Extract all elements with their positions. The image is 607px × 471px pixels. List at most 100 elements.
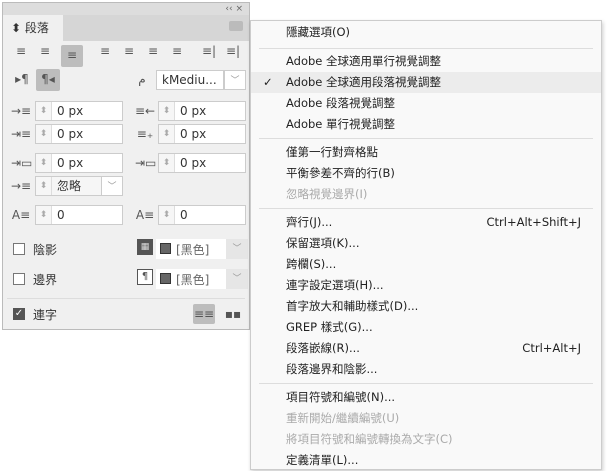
drop-cap-lines-input[interactable]: ⬍ 0 — [35, 205, 123, 225]
menu-item-label: 重新開始/繼續編號(U) — [286, 411, 400, 425]
align-center-icon[interactable]: ≡ — [35, 41, 55, 61]
panel-top-controls[interactable]: ‹‹ × — [3, 3, 249, 15]
menu-item[interactable]: Adobe 單行視覺調整 — [251, 114, 601, 135]
space-before-icon: ⇥▭ — [11, 156, 33, 170]
menu-item[interactable]: 項目符號和編號(N)... — [251, 387, 601, 408]
first-line-indent-icon: ⇥≡ — [11, 127, 32, 141]
menu-item-label: Adobe 段落視覺調整 — [286, 96, 396, 110]
justify-all-icon[interactable]: ≡ — [167, 41, 187, 61]
menu-item[interactable]: 平衡參差不齊的行(B) — [251, 163, 601, 184]
align-away-spine-icon[interactable]: ≡| — [223, 41, 243, 61]
menu-item: 將項目符號和編號轉換為文字(C) — [251, 429, 601, 450]
menu-item[interactable]: 段落嵌線(R)... Ctrl+Alt+J — [251, 338, 601, 359]
shading-label: 陰影 — [33, 243, 58, 257]
paragraph-panel: ‹‹ × ⬍ 段落 ≡ ≡ ≡ ≡ ≡ ≡ ≡ ≡| ≡| ▸¶ ¶◂ ﻡ kM… — [2, 2, 250, 330]
hyphenate-checkbox[interactable]: ✓ — [13, 308, 25, 320]
left-indent-input[interactable]: ⬍ 0 px — [35, 101, 123, 121]
menu-item-label: 忽略視覺邊界(I) — [286, 187, 368, 201]
align-left-icon[interactable]: ≡ — [11, 41, 31, 61]
right-indent-icon: ≡← — [135, 104, 156, 118]
right-indent-input[interactable]: ⬍ 0 px — [158, 101, 246, 121]
first-line-indent-input[interactable]: ⬍ 0 px — [35, 124, 123, 144]
justify-right-icon[interactable]: ≡ — [143, 41, 163, 61]
shading-color-swatch — [160, 243, 171, 254]
menu-item-label: Adobe 全球適用段落視覺調整 — [286, 75, 442, 89]
span-columns-icon[interactable]: ▪▪ — [223, 304, 243, 324]
justify-left-icon[interactable]: ≡ — [95, 41, 115, 61]
space-after-icon: ⇥▭ — [135, 156, 157, 170]
menu-item[interactable]: GREP 樣式(G)... — [251, 317, 601, 338]
composer-dropdown-chevron-icon[interactable]: ﹀ — [224, 70, 246, 90]
drop-cap-chars-icon: A≡ — [135, 208, 155, 222]
space-before-input[interactable]: ⬍ 0 px — [35, 153, 123, 173]
panel-tab-row: ⬍ 段落 — [3, 15, 249, 41]
menu-separator — [259, 48, 593, 49]
border-checkbox[interactable] — [13, 273, 25, 285]
align-to-grid-chevron-icon[interactable]: ﹀ — [101, 176, 123, 196]
menu-item[interactable]: Adobe 段落視覺調整 — [251, 93, 601, 114]
menu-item: 忽略視覺邊界(I) — [251, 184, 601, 205]
last-line-indent-input[interactable]: ⬍ 0 px — [158, 124, 246, 144]
rtl-paragraph-icon[interactable]: ¶◂ — [36, 69, 60, 91]
align-to-grid-select[interactable]: ⬍ 忽略 — [35, 176, 103, 196]
tab-paragraph[interactable]: ⬍ 段落 — [3, 15, 63, 41]
menu-item-label: 齊行(J)... — [286, 215, 333, 229]
menu-item-label: 連字設定選項(H)... — [286, 278, 384, 292]
menu-item-shortcut: Ctrl+Alt+Shift+J — [486, 215, 581, 229]
drop-cap-lines-icon: A≡ — [11, 208, 31, 222]
hyphenate-label: 連字 — [33, 308, 58, 322]
shading-color-select[interactable]: [黑色] — [156, 239, 226, 259]
menu-item-label: 將項目符號和編號轉換為文字(C) — [286, 432, 453, 446]
panel-flyout-menu: 隱藏選項(O) Adobe 全球適用單行視覺調整 ✓ Adobe 全球適用段落視覺調整… — [250, 20, 602, 470]
menu-item[interactable]: 隱藏選項(O) — [251, 22, 601, 43]
menu-item[interactable]: 首字放大和輔助樣式(D)... — [251, 296, 601, 317]
menu-item-label: Adobe 全球適用單行視覺調整 — [286, 54, 442, 68]
justify-center-icon[interactable]: ≡ — [119, 41, 139, 61]
ltr-paragraph-icon[interactable]: ▸¶ — [11, 69, 33, 89]
align-toward-spine-icon[interactable]: ≡| — [199, 41, 219, 61]
menu-item-label: 段落邊界和陰影... — [286, 362, 378, 376]
shading-checkbox[interactable] — [13, 243, 25, 255]
shading-grid-icon[interactable]: ▦ — [137, 239, 153, 255]
align-right-icon[interactable]: ≡ — [61, 45, 83, 67]
last-line-indent-icon: ≡₊ — [136, 127, 154, 141]
no-span-columns-icon[interactable]: ≡≡ — [193, 304, 215, 324]
menu-item-label: 首字放大和輔助樣式(D)... — [286, 299, 419, 313]
checkmark-icon: ✓ — [263, 75, 273, 89]
border-paragraph-icon[interactable]: ¶ — [137, 269, 153, 285]
composer-select[interactable]: kMediu... — [156, 70, 224, 90]
menu-item-label: GREP 樣式(G)... — [286, 320, 373, 334]
menu-item[interactable]: 連字設定選項(H)... — [251, 275, 601, 296]
menu-item[interactable]: 齊行(J)... Ctrl+Alt+Shift+J — [251, 212, 601, 233]
menu-separator — [259, 383, 593, 384]
menu-item-label: 項目符號和編號(N)... — [286, 390, 396, 404]
border-color-chevron-icon[interactable]: ﹀ — [226, 269, 248, 289]
menu-item-label: 隱藏選項(O) — [286, 25, 351, 39]
divider — [7, 298, 245, 299]
menu-item-label: 保留選項(K)... — [286, 236, 360, 250]
menu-separator — [259, 138, 593, 139]
composer-icon: ﻡ — [138, 72, 146, 86]
left-indent-icon: →≡ — [11, 104, 32, 118]
menu-item[interactable]: 定義清單(L)... — [251, 450, 601, 471]
border-label: 邊界 — [33, 273, 58, 287]
menu-item-label: 跨欄(S)... — [286, 257, 337, 271]
menu-item-shortcut: Ctrl+Alt+J — [522, 341, 581, 355]
panel-menu-button[interactable] — [229, 21, 243, 31]
border-color-select[interactable]: [黑色] — [156, 269, 226, 289]
align-to-grid-icon: →≡ — [11, 179, 32, 193]
menu-item-label: 定義清單(L)... — [286, 453, 359, 467]
menu-item[interactable]: 保留選項(K)... — [251, 233, 601, 254]
border-color-swatch — [160, 273, 171, 284]
space-after-input[interactable]: ⬍ 0 px — [158, 153, 246, 173]
menu-item[interactable]: 段落邊界和陰影... — [251, 359, 601, 380]
shading-color-chevron-icon[interactable]: ﹀ — [226, 239, 248, 259]
menu-item[interactable]: 僅第一行對齊格點 — [251, 142, 601, 163]
menu-item[interactable]: ✓ Adobe 全球適用段落視覺調整 — [251, 72, 601, 93]
menu-item[interactable]: Adobe 全球適用單行視覺調整 — [251, 51, 601, 72]
panel-title: 段落 — [24, 21, 49, 35]
menu-item[interactable]: 跨欄(S)... — [251, 254, 601, 275]
menu-item: 重新開始/繼續編號(U) — [251, 408, 601, 429]
menu-separator — [259, 208, 593, 209]
drop-cap-chars-input[interactable]: ⬍ 0 — [158, 205, 246, 225]
